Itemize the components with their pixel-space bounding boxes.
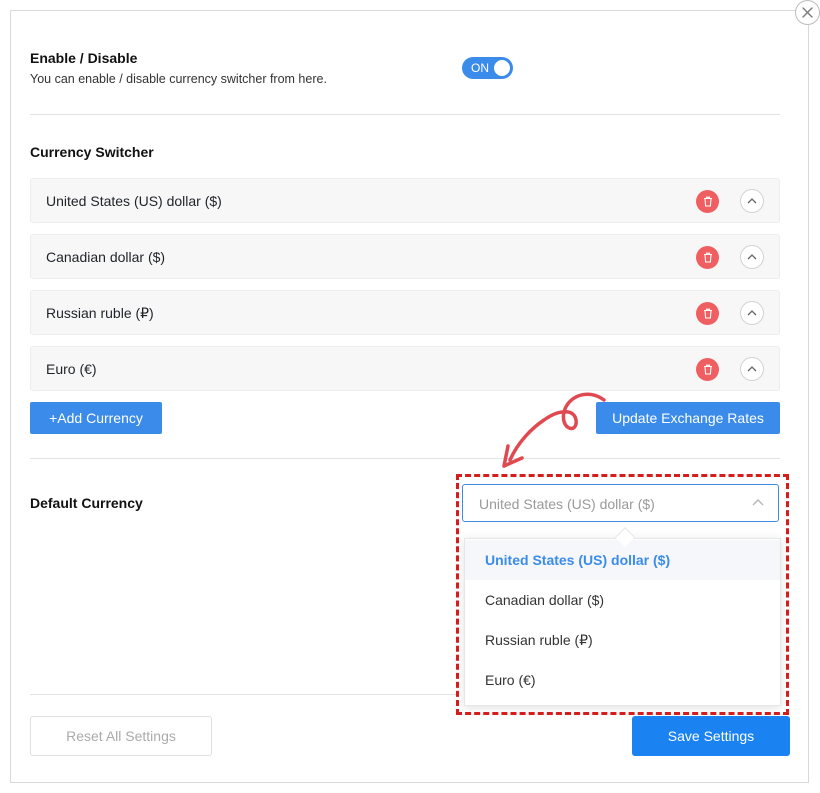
save-settings-button[interactable]: Save Settings <box>632 716 790 756</box>
delete-currency-button[interactable] <box>696 190 719 213</box>
enable-toggle[interactable]: ON <box>462 57 513 79</box>
delete-currency-button[interactable] <box>696 358 719 381</box>
close-button[interactable] <box>795 0 820 25</box>
enable-title: Enable / Disable <box>30 50 138 66</box>
chevron-up-icon <box>752 499 764 506</box>
chevron-up-icon <box>747 198 757 204</box>
currency-name: Canadian dollar ($) <box>46 249 166 265</box>
trash-icon <box>703 308 712 319</box>
delete-currency-button[interactable] <box>696 246 719 269</box>
default-currency-select[interactable]: United States (US) dollar ($) <box>462 484 779 522</box>
update-exchange-rates-button[interactable]: Update Exchange Rates <box>596 402 780 434</box>
currency-row: Canadian dollar ($) <box>30 234 780 279</box>
add-currency-button[interactable]: +Add Currency <box>30 402 162 434</box>
collapse-button[interactable] <box>740 357 764 381</box>
currency-switcher-title: Currency Switcher <box>30 144 154 160</box>
divider <box>30 694 456 695</box>
collapse-button[interactable] <box>740 301 764 325</box>
currency-row: Russian ruble (₽) <box>30 290 780 335</box>
currency-dropdown: United States (US) dollar ($) Canadian d… <box>464 538 781 706</box>
chevron-up-icon <box>747 310 757 316</box>
dropdown-option[interactable]: Euro (€) <box>465 660 780 700</box>
dropdown-option[interactable]: United States (US) dollar ($) <box>465 540 780 580</box>
currency-name: United States (US) dollar ($) <box>46 193 222 209</box>
dropdown-option[interactable]: Russian ruble (₽) <box>465 620 780 660</box>
divider <box>30 458 780 459</box>
chevron-up-icon <box>747 254 757 260</box>
select-value: United States (US) dollar ($) <box>479 496 655 512</box>
trash-icon <box>703 252 712 263</box>
delete-currency-button[interactable] <box>696 302 719 325</box>
dropdown-option[interactable]: Canadian dollar ($) <box>465 580 780 620</box>
divider <box>30 114 780 115</box>
currency-row: Euro (€) <box>30 346 780 391</box>
annotation-arrow-icon <box>502 392 606 468</box>
collapse-button[interactable] <box>740 189 764 213</box>
default-currency-title: Default Currency <box>30 495 143 511</box>
toggle-label: ON <box>471 61 489 75</box>
trash-icon <box>703 364 712 375</box>
enable-description: You can enable / disable currency switch… <box>30 72 327 86</box>
currency-row: United States (US) dollar ($) <box>30 178 780 223</box>
currency-name: Euro (€) <box>46 361 97 377</box>
close-icon <box>802 7 813 18</box>
collapse-button[interactable] <box>740 245 764 269</box>
trash-icon <box>703 196 712 207</box>
reset-settings-button[interactable]: Reset All Settings <box>30 716 212 756</box>
toggle-knob <box>494 60 510 76</box>
currency-name: Russian ruble (₽) <box>46 305 154 321</box>
chevron-up-icon <box>747 366 757 372</box>
